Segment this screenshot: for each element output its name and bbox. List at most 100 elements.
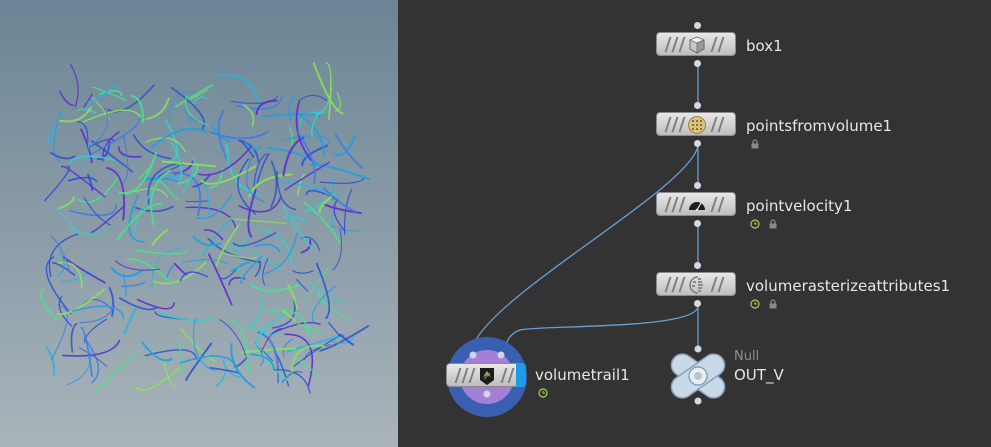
trail-curve [57, 288, 105, 316]
trail-curve [91, 118, 140, 155]
node-label-volumetrail1: volumetrail1 [535, 366, 630, 384]
trail-curve [70, 322, 78, 353]
trail-curve [58, 196, 75, 210]
trail-curve [135, 248, 189, 255]
trail-curve [43, 165, 71, 202]
trail-curve [283, 214, 307, 222]
wire-volumerasterize-to-volumetrail [505, 305, 699, 346]
trail-curve [110, 266, 143, 278]
trail-curve [292, 270, 314, 274]
lock-icon[interactable] [768, 299, 778, 309]
trail-curve [266, 339, 271, 358]
time-dependent-icon [750, 299, 760, 309]
trail-curve [198, 145, 253, 176]
trail-curve [215, 370, 227, 388]
input-port[interactable] [694, 102, 701, 109]
trail-curve [281, 204, 314, 251]
trail-curve [219, 319, 247, 357]
trail-curve [315, 262, 331, 319]
trail-curve [90, 206, 125, 233]
node-tile[interactable] [656, 192, 736, 216]
trail-curve [257, 331, 280, 384]
trail-curve [230, 261, 250, 273]
output-port[interactable] [694, 300, 701, 307]
trail-curve [334, 132, 364, 170]
trail-curve [204, 180, 210, 220]
input-port[interactable] [694, 262, 701, 269]
trail-curve [57, 250, 65, 278]
wire-pointsfromvolume-to-volumetrail [472, 145, 699, 346]
trail-curve [297, 323, 322, 335]
trail-curve [69, 226, 109, 236]
trail-curve [247, 295, 264, 331]
trail-curve [270, 160, 278, 208]
trail-curve [201, 217, 236, 257]
time-dependent-icon [750, 219, 760, 229]
trail-curve [45, 346, 56, 376]
trail-curve [228, 217, 287, 224]
scene-viewport[interactable] [0, 0, 398, 447]
trail-curve [192, 235, 222, 247]
trail-curve [311, 284, 337, 325]
trail-curve [326, 62, 332, 120]
trail-curve [266, 146, 322, 167]
trail-curve [288, 94, 295, 121]
trail-curve [83, 93, 93, 108]
input-port[interactable] [694, 182, 701, 189]
lock-icon[interactable] [768, 219, 778, 229]
trail-curve [271, 322, 321, 335]
trail-curve [118, 151, 158, 195]
trail-curve [262, 257, 269, 286]
trail-curve [95, 353, 137, 393]
trail-curve [117, 146, 142, 158]
node-label-volumerasterizeattributes1: volumerasterizeattributes1 [746, 277, 951, 295]
display-flag[interactable] [516, 363, 526, 387]
output-port[interactable] [694, 60, 701, 67]
trail-curve [130, 95, 144, 123]
trail-curve [92, 97, 110, 120]
trail-curve [298, 94, 328, 102]
trail-curve [249, 353, 275, 371]
trail-curve [145, 137, 186, 153]
speedometer-icon [689, 202, 705, 212]
trail-curve [145, 97, 170, 120]
node-label-out-v: OUT_V [734, 366, 784, 384]
trail-curve [328, 322, 341, 337]
trail-curve [39, 288, 58, 321]
trail-curve [107, 84, 155, 113]
trail-curve [208, 253, 233, 306]
trail-curve [50, 235, 71, 274]
node-label-pointsfromvolume1: pointsfromvolume1 [746, 117, 893, 135]
trail-curve [69, 63, 79, 108]
cube-icon [689, 36, 705, 54]
trail-curve [170, 171, 202, 216]
node-tile[interactable] [656, 112, 736, 136]
trail-curve [233, 356, 249, 368]
trail-curve [123, 307, 137, 335]
lock-icon[interactable] [750, 139, 760, 149]
trail-curve [62, 256, 106, 284]
trail-curve [226, 245, 282, 270]
node-label-pointvelocity1: pointvelocity1 [746, 197, 853, 215]
points-grid-icon [688, 116, 706, 134]
particle-trails-view [39, 62, 371, 394]
trail-curve [51, 202, 80, 234]
trail-curve [209, 366, 240, 374]
trail-curve [276, 170, 297, 211]
network-editor[interactable]: box1 pointsfromvolume1 pointvelocity1 vo… [398, 0, 991, 447]
input-port[interactable] [694, 22, 701, 29]
node-tile[interactable] [656, 32, 736, 56]
time-dependent-icon [538, 388, 548, 398]
node-label-box1: box1 [746, 37, 783, 55]
output-port[interactable] [694, 220, 701, 227]
output-port[interactable] [694, 140, 701, 147]
trail-curve [151, 228, 169, 247]
trail-curve [59, 90, 74, 107]
node-tile[interactable] [656, 272, 736, 296]
trail-curve [128, 194, 145, 243]
trail-curve [254, 260, 261, 277]
trail-curve [215, 74, 261, 105]
trail-curve [312, 62, 344, 115]
node-tile[interactable] [446, 363, 526, 387]
trail-curve [122, 134, 129, 183]
